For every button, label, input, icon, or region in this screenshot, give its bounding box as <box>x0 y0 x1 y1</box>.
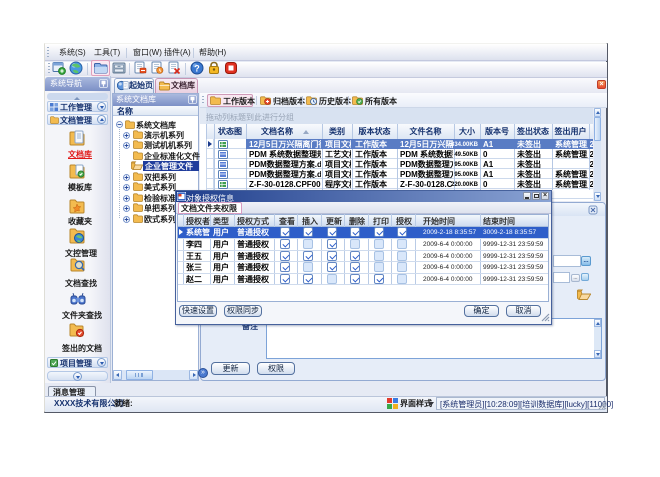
svg-text:?: ? <box>194 63 200 73</box>
